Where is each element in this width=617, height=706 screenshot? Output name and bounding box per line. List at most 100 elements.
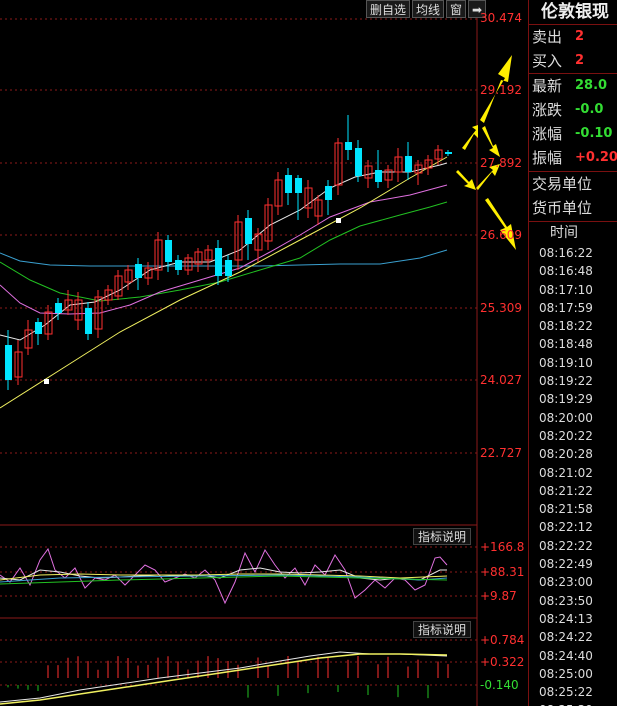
- ma-line-blue: [0, 249, 448, 267]
- candle: [405, 156, 412, 172]
- candle: [135, 264, 142, 278]
- quote-label: 涨跌: [532, 101, 563, 119]
- tick-time-item[interactable]: 08:22:12: [529, 518, 617, 536]
- quote-row: 涨跌 -0.0: [529, 98, 617, 122]
- tick-time-item[interactable]: 08:19:10: [529, 354, 617, 372]
- quote-row: 涨幅 -0.10: [529, 122, 617, 146]
- tick-time-item[interactable]: 08:18:22: [529, 317, 617, 335]
- tick-time-item[interactable]: 08:21:58: [529, 500, 617, 518]
- indicator-1-label: +88.31: [480, 565, 525, 579]
- arrow-annotation: [485, 198, 516, 250]
- tick-time-item[interactable]: 08:19:29: [529, 390, 617, 408]
- time-header: 时间: [550, 225, 578, 241]
- tick-time-item[interactable]: 08:19:22: [529, 372, 617, 390]
- quote-rows: 卖出 2 买入 2 最新 28.0 涨跌 -0.0 涨幅 -0.10 振幅 +0.20: [529, 25, 617, 170]
- window-button[interactable]: 窗: [446, 0, 467, 18]
- quote-value: 2: [575, 29, 585, 44]
- unit-rows: 交易单位 货币单位: [529, 172, 617, 220]
- quote-row: 买入 2: [529, 49, 617, 74]
- tick-time-item[interactable]: 08:21:02: [529, 464, 617, 482]
- quote-row: 最新 28.0: [529, 74, 617, 98]
- candlesticks: [5, 115, 452, 390]
- quote-label: 最新: [532, 77, 563, 95]
- indicator-2-help-button[interactable]: 指标说明: [413, 621, 472, 638]
- price-label: 30.474: [480, 11, 522, 25]
- arrow-annotation: [482, 126, 500, 157]
- candle: [245, 218, 252, 244]
- price-label: 22.727: [480, 446, 522, 460]
- candle: [35, 322, 42, 334]
- tick-time-list[interactable]: 08:16:22 08:16:48 08:17:10 08:17:59 08:18:22…: [529, 244, 617, 706]
- price-label: 27.892: [480, 156, 522, 170]
- quote-label: 卖出: [532, 28, 563, 46]
- tick-time-item[interactable]: 08:16:22: [529, 244, 617, 262]
- candle: [215, 248, 222, 276]
- unit-row: 交易单位: [529, 172, 617, 196]
- price-label: 29.192: [480, 83, 522, 97]
- price-label: 24.027: [480, 373, 522, 387]
- tick-time-item[interactable]: 08:24:22: [529, 628, 617, 646]
- quote-value: -0.10: [575, 126, 613, 141]
- moving-average-button[interactable]: 均线: [412, 0, 445, 18]
- candle: [345, 142, 352, 150]
- tick-time-item[interactable]: 08:23:50: [529, 592, 617, 610]
- kline-chart-svg[interactable]: [0, 0, 528, 706]
- delete-watchlist-button[interactable]: 删自选: [366, 0, 411, 18]
- macd-line-yellow: [0, 653, 448, 705]
- tick-time-item[interactable]: 08:22:49: [529, 555, 617, 573]
- arrow-annotation: [462, 125, 478, 150]
- candle: [445, 152, 452, 154]
- tick-time-item[interactable]: 08:24:40: [529, 647, 617, 665]
- tick-time-item[interactable]: 08:25:00: [529, 665, 617, 683]
- indicator-1-label: +166.8: [480, 540, 525, 554]
- tick-time-item[interactable]: 08:18:48: [529, 335, 617, 353]
- instrument-title: 伦敦银现: [529, 0, 617, 25]
- tick-time-item[interactable]: 08:23:00: [529, 573, 617, 591]
- tick-time-item[interactable]: 08:17:10: [529, 281, 617, 299]
- indicator-1-label: +9.87: [480, 589, 517, 603]
- quote-row: 卖出 2: [529, 25, 617, 49]
- quote-label: 振幅: [532, 149, 563, 167]
- tick-time-item[interactable]: 08:21:22: [529, 482, 617, 500]
- macd-line-white: [0, 651, 448, 703]
- quote-panel: 伦敦银现 卖出 2 买入 2 最新 28.0 涨跌 -0.0 涨幅 -0.10 振幅 +0.20 交易…: [528, 0, 617, 706]
- unit-row: 货币单位: [529, 196, 617, 220]
- candle: [55, 303, 62, 313]
- indicator-2-label: +0.322: [480, 655, 525, 669]
- trend-line-yellow: [0, 156, 448, 409]
- tick-time-item[interactable]: 08:20:22: [529, 427, 617, 445]
- chart-toolbar: 删自选 均线 窗 ➡: [364, 0, 487, 18]
- indicator-1-help-button[interactable]: 指标说明: [413, 528, 472, 545]
- unit-label: 交易单位: [532, 175, 593, 193]
- candle: [325, 186, 332, 200]
- quote-row: 振幅 +0.20: [529, 146, 617, 170]
- quote-label: 买入: [532, 52, 563, 70]
- tick-time-item[interactable]: 08:24:13: [529, 610, 617, 628]
- ma-line-green: [0, 201, 448, 302]
- tick-time-item[interactable]: 08:25:22: [529, 683, 617, 701]
- candle: [355, 148, 362, 176]
- low-marker: [44, 379, 49, 384]
- tick-time-item[interactable]: 08:17:59: [529, 299, 617, 317]
- candle: [175, 260, 182, 270]
- kline-chart-area[interactable]: 删自选 均线 窗 ➡ 30.474 29.192 27.892 26.609 2…: [0, 0, 528, 706]
- price-label: 25.309: [480, 301, 522, 315]
- candle: [285, 175, 292, 193]
- candle: [225, 260, 232, 276]
- tick-time-item[interactable]: 08:20:28: [529, 445, 617, 463]
- candle: [295, 178, 302, 193]
- tick-time-item[interactable]: 08:20:00: [529, 409, 617, 427]
- tick-time-item[interactable]: 08:22:22: [529, 537, 617, 555]
- arrow-annotation: [456, 170, 476, 190]
- macd-bars: [7, 656, 449, 699]
- indicator-2-label: +0.784: [480, 633, 525, 647]
- quote-value: -0.0: [575, 102, 604, 117]
- quote-value: 28.0: [575, 78, 608, 93]
- tick-time-item[interactable]: 08:25:39: [529, 701, 617, 706]
- price-label: 26.609: [480, 228, 522, 242]
- tick-time-item[interactable]: 08:16:48: [529, 262, 617, 280]
- ind2-grid: [0, 639, 477, 686]
- signal-marker: [336, 218, 341, 223]
- candle: [375, 170, 382, 182]
- quote-value: 2: [575, 53, 585, 68]
